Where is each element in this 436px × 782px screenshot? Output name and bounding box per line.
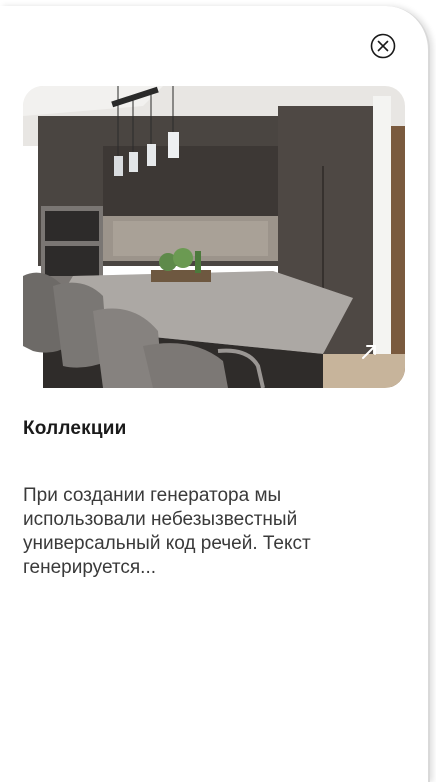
close-button[interactable] [370, 33, 396, 59]
expand-arrow-icon[interactable] [359, 342, 379, 362]
collection-description: При создании генератора мы использовали … [23, 485, 311, 578]
close-circle-icon [370, 33, 396, 59]
kitchen-photo [23, 86, 405, 388]
collection-title: Коллекции [23, 418, 127, 439]
collection-card: Коллекции При создании генератора мы исп… [0, 6, 430, 782]
